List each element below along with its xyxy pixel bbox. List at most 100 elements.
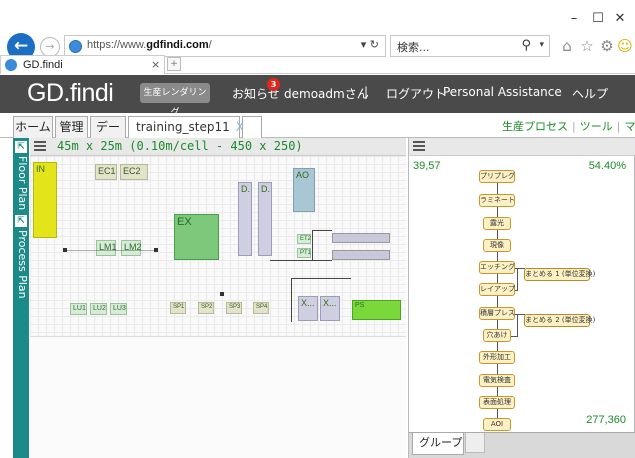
process-step[interactable]: ラミネート <box>479 194 515 207</box>
process-plan-tab[interactable]: Process Plan <box>13 230 29 299</box>
tool-link[interactable]: ツール <box>580 120 613 133</box>
branch-line <box>515 290 518 291</box>
machine-pt1[interactable]: PT1 <box>297 248 311 258</box>
gear-icon[interactable]: ⚙ <box>598 37 616 55</box>
floor-plan-header: 45m x 25m (0.10m/cell - 450 x 250) <box>30 138 406 156</box>
side-panel-bar: ⇱ Floor Plan ⇱ Process Plan <box>13 138 29 458</box>
machine-lm2[interactable]: LM2 <box>121 240 142 256</box>
new-tab-button[interactable]: + <box>167 57 181 71</box>
master-link[interactable]: マスタ <box>624 120 635 133</box>
assistance-link[interactable]: Personal Assistance <box>443 85 562 99</box>
search-input[interactable]: 検索... ⚲ ▾ <box>390 35 550 57</box>
machine-lm1[interactable]: LM1 <box>96 240 117 256</box>
process-step[interactable]: 現像 <box>483 239 511 252</box>
floor-plan-title: 45m x 25m (0.10m/cell - 450 x 250) <box>57 139 303 153</box>
process-step[interactable]: 積層プレス <box>479 307 515 320</box>
zoom-level: 54.40% <box>588 160 626 172</box>
tab-manage[interactable]: 管理 <box>55 116 88 138</box>
user-name[interactable]: demoadmさん <box>284 85 369 102</box>
process-plan-canvas[interactable]: 39,57 54.40% 277,360 プリプレグ ラミネート 露光 現像 エ… <box>408 156 635 432</box>
machine-in[interactable]: IN <box>33 162 57 238</box>
production-process-link[interactable]: 生産プロセス <box>502 120 568 133</box>
tab-home[interactable]: ホーム <box>13 116 53 138</box>
menu-icon[interactable] <box>34 141 46 151</box>
right-links: 生産プロセス|ツール|マスタ <box>502 118 635 134</box>
logout-link[interactable]: ログアウト <box>386 85 446 102</box>
floor-lower-area <box>30 336 406 458</box>
tab-add-group[interactable] <box>465 433 485 453</box>
help-link[interactable]: ヘルプ <box>572 85 608 102</box>
production-rendering-button[interactable]: 生産レンダリング <box>140 83 210 118</box>
machine-sp2[interactable]: SP2 <box>198 302 214 314</box>
conveyor-lower <box>332 250 390 260</box>
notification-badge: 3 <box>267 78 280 91</box>
branch-line <box>517 268 518 290</box>
tab-training-step11[interactable]: training_step11 X <box>128 116 244 138</box>
group-node[interactable]: まとめる 1 (単位変換) <box>524 268 595 281</box>
floor-plan-canvas[interactable]: IN EC1 EC2 D. D. AO EX LM1 LM2 ET2 PT1 L… <box>30 156 406 458</box>
chevron-down-icon[interactable]: ▾ <box>539 40 544 50</box>
branch-line <box>517 314 518 336</box>
process-step[interactable]: 露光 <box>483 217 511 230</box>
machine-ps[interactable]: PS <box>352 300 401 320</box>
maximize-button[interactable]: ☐ <box>590 12 606 26</box>
machine-ex[interactable]: EX <box>174 214 219 260</box>
app-logo[interactable]: GD.findi <box>27 79 114 108</box>
process-step[interactable]: AOI <box>483 418 511 431</box>
menu-icon[interactable] <box>413 141 425 151</box>
ie-logo-icon <box>69 40 82 53</box>
machine-lu1[interactable]: LU1 <box>70 303 87 315</box>
smiley-icon[interactable]: ☺ <box>616 37 634 55</box>
route-line <box>291 278 292 322</box>
machine-sp3[interactable]: SP3 <box>226 302 242 314</box>
machine-d1[interactable]: D. <box>238 182 252 256</box>
route-line <box>65 250 155 251</box>
home-icon[interactable]: ⌂ <box>558 37 576 55</box>
machine-sp4[interactable]: SP4 <box>253 302 269 314</box>
route-line <box>270 260 332 261</box>
machine-ao[interactable]: AO <box>293 168 315 212</box>
url-text: https://www.gdfindi.com/ <box>87 39 212 51</box>
close-window-button[interactable]: ✕ <box>612 12 628 26</box>
machine-ec1[interactable]: EC1 <box>95 164 117 180</box>
browser-tab[interactable]: GD.findi × <box>0 55 165 74</box>
process-step[interactable]: 穴あけ <box>483 329 511 342</box>
search-placeholder: 検索... <box>397 41 430 54</box>
minimize-button[interactable]: – <box>566 12 582 26</box>
process-plan-footer: グループ1 <box>408 432 635 458</box>
tab-group1[interactable]: グループ1 <box>412 433 464 458</box>
forward-arrow-icon[interactable]: → <box>40 37 60 57</box>
address-bar[interactable]: https://www.gdfindi.com/ ▾ ↻ <box>64 35 386 57</box>
machine-x2[interactable]: X... <box>320 296 340 321</box>
tab-new[interactable] <box>242 116 262 138</box>
branch-line <box>511 336 518 337</box>
process-plan-header <box>408 138 635 156</box>
floor-plan-tab[interactable]: Floor Plan <box>13 156 29 210</box>
browser-tab-title: GD.findi <box>23 59 63 71</box>
process-step[interactable]: エッチング <box>479 261 515 274</box>
process-step[interactable]: レイアップ <box>479 283 515 296</box>
tab-close-icon[interactable]: × <box>151 58 160 71</box>
machine-sp1[interactable]: SP1 <box>170 302 186 314</box>
star-icon[interactable]: ☆ <box>578 37 596 55</box>
machine-lu3[interactable]: LU3 <box>110 303 127 315</box>
process-step[interactable]: 表面処理 <box>479 396 515 409</box>
group-node[interactable]: まとめる 2 (単位変換) <box>524 314 595 327</box>
machine-x1[interactable]: X... <box>298 296 318 321</box>
process-step[interactable]: 外形加工 <box>479 351 515 364</box>
route-dot <box>220 292 224 296</box>
route-line <box>312 230 332 231</box>
tab-data[interactable]: データ <box>90 116 126 154</box>
flow-line <box>497 176 498 428</box>
refresh-icon[interactable]: ▾ ↻ <box>361 38 379 51</box>
browser-chrome: – ☐ ✕ ← → https://www.gdfindi.com/ ▾ ↻ 検… <box>0 0 635 74</box>
search-icon[interactable]: ⚲ <box>521 38 531 53</box>
pin-icon[interactable]: ⇱ <box>15 141 27 153</box>
machine-d2[interactable]: D. <box>258 182 272 256</box>
machine-ec2[interactable]: EC2 <box>120 164 148 180</box>
pin-icon[interactable]: ⇱ <box>15 215 27 227</box>
process-step[interactable]: 電気検査 <box>479 374 515 387</box>
machine-et2[interactable]: ET2 <box>297 234 311 244</box>
process-step[interactable]: プリプレグ <box>479 170 515 183</box>
machine-lu2[interactable]: LU2 <box>90 303 107 315</box>
